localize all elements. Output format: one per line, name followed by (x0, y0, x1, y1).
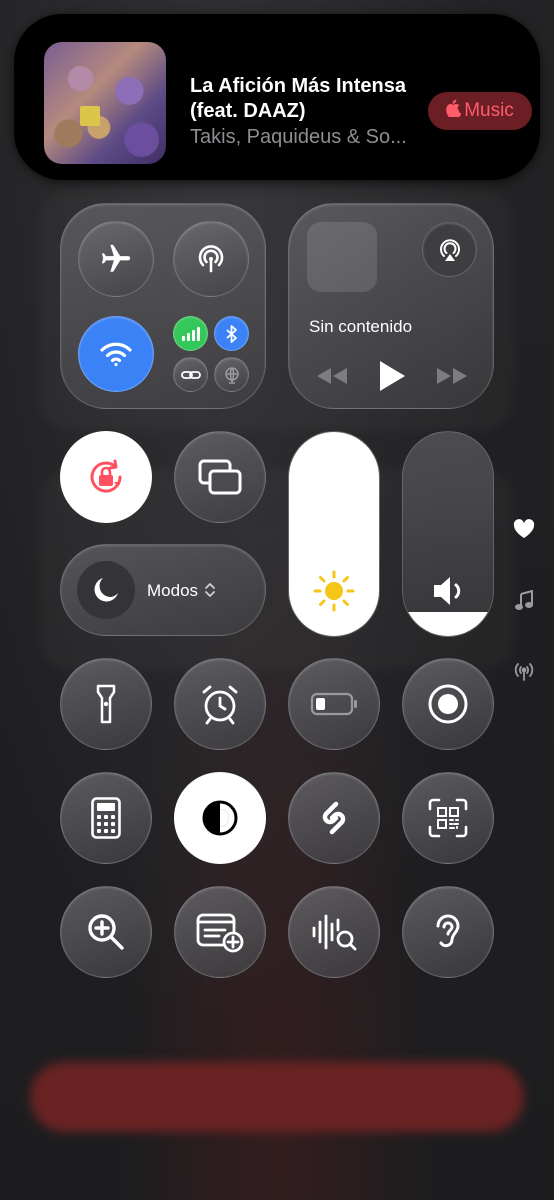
magnifier-icon (84, 910, 128, 954)
calculator-button[interactable] (60, 772, 152, 864)
shazam-button[interactable] (288, 772, 380, 864)
airplay-button[interactable] (422, 222, 477, 277)
orientation-lock-toggle[interactable] (60, 431, 152, 523)
ear-icon (430, 910, 466, 954)
bluetooth-icon (225, 324, 238, 343)
music-recognition-button[interactable] (288, 886, 380, 978)
qr-code-icon (428, 798, 468, 838)
low-power-mode-toggle[interactable] (288, 658, 380, 750)
airdrop-toggle[interactable] (173, 221, 249, 297)
airplay-icon (436, 236, 464, 264)
record-icon (426, 682, 470, 726)
timer-button[interactable] (174, 658, 266, 750)
focus-label: Modos (147, 581, 199, 600)
album-artwork (44, 42, 166, 164)
music-note-icon[interactable] (512, 589, 536, 613)
play-icon[interactable] (377, 359, 407, 398)
media-status-label: Sin contenido (309, 317, 413, 336)
moon-icon (77, 561, 135, 619)
connectivity-panel (60, 203, 266, 409)
cellular-toggle[interactable] (173, 316, 208, 351)
screen-mirroring-toggle[interactable] (174, 431, 266, 523)
vpn-toggle[interactable] (214, 357, 249, 392)
cellular-icon (181, 326, 200, 341)
airplane-mode-toggle[interactable] (78, 221, 154, 297)
speaker-icon (430, 575, 468, 612)
quick-note-button[interactable] (174, 886, 266, 978)
orientation-lock-icon (82, 453, 130, 501)
dark-mode-icon (200, 798, 240, 838)
now-playing-banner[interactable]: La Afición Más Intensa (feat. DAAZ) Taki… (14, 14, 540, 180)
battery-icon (310, 692, 358, 716)
flashlight-icon (95, 684, 117, 724)
rewind-icon[interactable] (315, 366, 349, 391)
media-panel: Sin contenido (288, 203, 494, 409)
airplane-icon (99, 242, 133, 276)
flashlight-toggle[interactable] (60, 658, 152, 750)
magnifier-button[interactable] (60, 886, 152, 978)
bluetooth-toggle[interactable] (214, 316, 249, 351)
shazam-icon (312, 796, 356, 840)
fast-forward-icon[interactable] (435, 366, 469, 391)
waveform-search-icon (310, 910, 358, 954)
hearing-button[interactable] (402, 886, 494, 978)
volume-slider[interactable] (402, 431, 494, 637)
vpn-icon (223, 366, 241, 384)
brightness-slider[interactable] (288, 431, 380, 637)
media-artwork-placeholder (307, 222, 377, 292)
track-artist: Takis, Paquideus & So... (190, 126, 407, 148)
wifi-toggle[interactable] (78, 316, 154, 392)
focus-modes-button[interactable]: Modos (60, 544, 266, 636)
brightness-icon (312, 569, 356, 618)
chevron-updown-icon (204, 581, 216, 602)
heart-icon[interactable] (512, 517, 536, 541)
wireless-signal-icon[interactable] (512, 659, 536, 683)
track-title: La Afición Más Intensa (feat. DAAZ) (190, 75, 406, 122)
screen-mirroring-icon (196, 457, 244, 497)
screen-recording-toggle[interactable] (402, 658, 494, 750)
quick-note-icon (195, 910, 245, 954)
blurred-background-button (30, 1062, 524, 1132)
code-scanner-button[interactable] (402, 772, 494, 864)
dark-mode-toggle[interactable] (174, 772, 266, 864)
airdrop-icon (193, 241, 229, 277)
alarm-clock-icon (198, 682, 242, 726)
personal-hotspot-toggle[interactable] (173, 357, 208, 392)
apple-music-button[interactable]: Music (428, 92, 532, 130)
music-label: Music (464, 100, 514, 121)
personal-hotspot-icon (180, 368, 201, 382)
calculator-icon (91, 797, 121, 839)
wifi-icon (98, 339, 134, 369)
apple-logo-icon (446, 99, 462, 123)
volume-fill (403, 611, 493, 636)
